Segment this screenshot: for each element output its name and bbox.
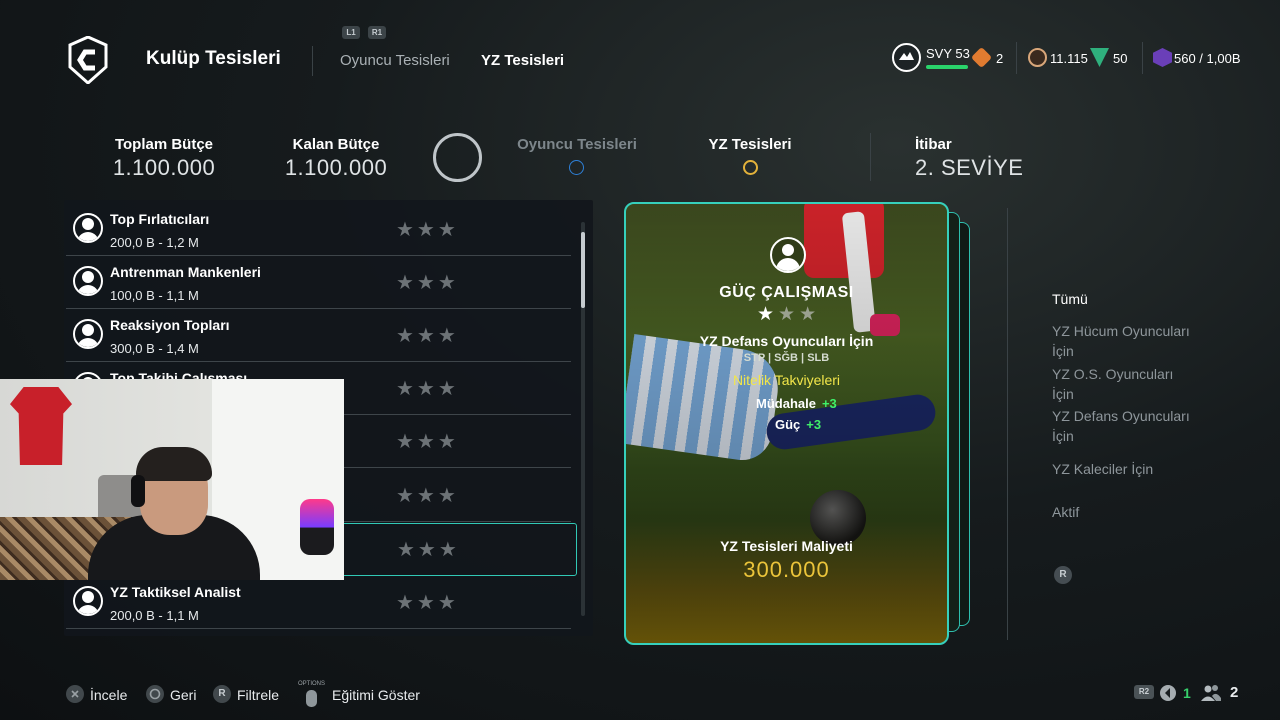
show-training-action[interactable]: Eğitimi Göster bbox=[332, 687, 420, 703]
r-stick-icon: R bbox=[213, 685, 231, 703]
remaining-budget-label: Kalan Bütçe bbox=[292, 136, 380, 153]
stat-divider bbox=[1142, 42, 1143, 74]
star-rating: ★★★ bbox=[397, 539, 460, 561]
r2-button-icon: R2 bbox=[1134, 685, 1154, 699]
season-level-progress bbox=[926, 65, 968, 69]
facility-name: YZ Taktiksel Analist bbox=[110, 584, 241, 600]
cross-button-icon bbox=[66, 685, 84, 703]
facility-name: Top Fırlatıcıları bbox=[110, 211, 210, 227]
sp-value: 560 / 1,00B bbox=[1174, 51, 1241, 66]
page-title: Kulüp Tesisleri bbox=[146, 48, 281, 69]
boost-tackling: Müdahale +3 bbox=[756, 396, 837, 411]
coin-icon bbox=[1028, 48, 1047, 67]
card-positions: STP | SĞB | SLB bbox=[743, 352, 830, 364]
season-level-icon bbox=[892, 43, 921, 72]
filter-goalkeeper[interactable]: YZ Kaleciler İçin bbox=[1052, 459, 1153, 479]
card-cost-label: YZ Tesisleri Maliyeti bbox=[720, 538, 853, 554]
filter-attack[interactable]: YZ Hücum Oyuncuları İçin bbox=[1052, 321, 1192, 361]
star-rating: ★★★ bbox=[396, 272, 459, 294]
star-rating: ★★★ bbox=[396, 219, 459, 241]
facility-name: Reaksiyon Topları bbox=[110, 317, 230, 333]
filter-all[interactable]: Tümü bbox=[1052, 289, 1088, 309]
page-count: 1 bbox=[1183, 685, 1191, 701]
player-facilities-indicator bbox=[569, 160, 584, 175]
budget-ring-icon bbox=[433, 133, 482, 182]
budget-divider bbox=[870, 133, 871, 181]
facility-card[interactable]: GÜÇ ÇALIŞMASI ★★★ YZ Defans Oyuncuları İ… bbox=[624, 202, 949, 645]
filter-active[interactable]: Aktif bbox=[1052, 502, 1079, 522]
tab-player-facilities[interactable]: Oyuncu Tesisleri bbox=[340, 52, 450, 69]
r-stick-icon: R bbox=[1054, 566, 1072, 584]
l1-button-hint: L1 bbox=[342, 26, 360, 39]
back-action[interactable]: Geri bbox=[170, 687, 196, 703]
avatar bbox=[73, 319, 103, 349]
player-facilities-label: Oyuncu Tesisleri bbox=[517, 136, 637, 153]
avatar bbox=[73, 586, 103, 616]
facility-price: 200,0 B - 1,1 M bbox=[110, 608, 199, 623]
club-logo-icon bbox=[68, 35, 108, 86]
sp-icon bbox=[1153, 48, 1172, 67]
header-divider bbox=[312, 46, 313, 76]
remaining-budget-value: 1.100.000 bbox=[284, 155, 388, 180]
ai-facilities-indicator bbox=[743, 160, 758, 175]
total-budget-label: Toplam Bütçe bbox=[114, 136, 214, 153]
season-level-label: SVY 53 bbox=[926, 46, 970, 61]
sound-icon bbox=[1160, 685, 1176, 701]
list-item[interactable]: Reaksiyon Topları 300,0 B - 1,4 M ★★★ bbox=[66, 310, 571, 362]
microphone-image bbox=[300, 499, 334, 555]
filter-defense[interactable]: YZ Defans Oyuncuları İçin bbox=[1052, 406, 1192, 446]
headset-image bbox=[131, 475, 145, 507]
card-subtitle: YZ Defans Oyuncuları İçin bbox=[699, 333, 874, 349]
stat-divider bbox=[1016, 42, 1017, 74]
filter-divider bbox=[1007, 208, 1008, 640]
points-icon bbox=[1090, 48, 1109, 67]
card-title: GÜÇ ÇALIŞMASI bbox=[719, 284, 854, 301]
options-button-icon bbox=[306, 690, 317, 707]
card-cost-value: 300.000 bbox=[743, 557, 830, 582]
star-rating: ★★★ bbox=[396, 378, 459, 400]
coin-value: 11.115 bbox=[1050, 51, 1088, 66]
list-item[interactable]: Top Fırlatıcıları 200,0 B - 1,2 M ★★★ bbox=[66, 204, 571, 256]
options-key-label: OPTIONS bbox=[298, 681, 326, 687]
facility-name: Antrenman Mankenleri bbox=[110, 264, 261, 280]
party-count: 2 bbox=[1230, 684, 1239, 701]
jersey-image bbox=[10, 387, 72, 465]
attribute-boosts-label: Nitelik Takviyeleri bbox=[732, 372, 841, 388]
list-item[interactable]: YZ Taktiksel Analist 200,0 B - 1,1 M ★★★ bbox=[66, 577, 571, 629]
star-rating: ★★★ bbox=[396, 485, 459, 507]
filter-action[interactable]: Filtrele bbox=[237, 687, 279, 703]
total-budget-value: 1.100.000 bbox=[112, 155, 216, 180]
avatar bbox=[73, 266, 103, 296]
star-rating: ★★★ bbox=[396, 592, 459, 614]
inspect-action[interactable]: İncele bbox=[90, 687, 127, 703]
facility-price: 300,0 B - 1,4 M bbox=[110, 341, 199, 356]
filter-midfield[interactable]: YZ O.S. Oyuncuları İçin bbox=[1052, 364, 1192, 404]
circle-button-icon bbox=[146, 685, 164, 703]
card-star-rating: ★★★ bbox=[757, 304, 821, 325]
star-rating: ★★★ bbox=[396, 431, 459, 453]
card-avatar-icon bbox=[770, 237, 806, 273]
reputation-value: 2. SEVİYE bbox=[915, 155, 1024, 180]
webcam-overlay bbox=[0, 379, 344, 580]
boost-strength: Güç +3 bbox=[775, 417, 822, 432]
ap-icon bbox=[970, 46, 993, 69]
r1-button-hint: R1 bbox=[368, 26, 386, 39]
facility-price: 200,0 B - 1,2 M bbox=[110, 235, 199, 250]
tab-ai-facilities[interactable]: YZ Tesisleri bbox=[481, 52, 564, 69]
points-value: 50 bbox=[1113, 51, 1128, 66]
ap-value: 2 bbox=[996, 51, 1004, 66]
party-icon bbox=[1200, 684, 1222, 707]
list-item[interactable]: Antrenman Mankenleri 100,0 B - 1,1 M ★★★ bbox=[66, 257, 571, 309]
star-rating: ★★★ bbox=[396, 325, 459, 347]
list-scrollbar-thumb[interactable] bbox=[581, 232, 585, 308]
avatar bbox=[73, 213, 103, 243]
facility-price: 100,0 B - 1,1 M bbox=[110, 288, 199, 303]
reputation-label: İtibar bbox=[915, 136, 952, 153]
ai-facilities-label: YZ Tesisleri bbox=[708, 136, 792, 153]
